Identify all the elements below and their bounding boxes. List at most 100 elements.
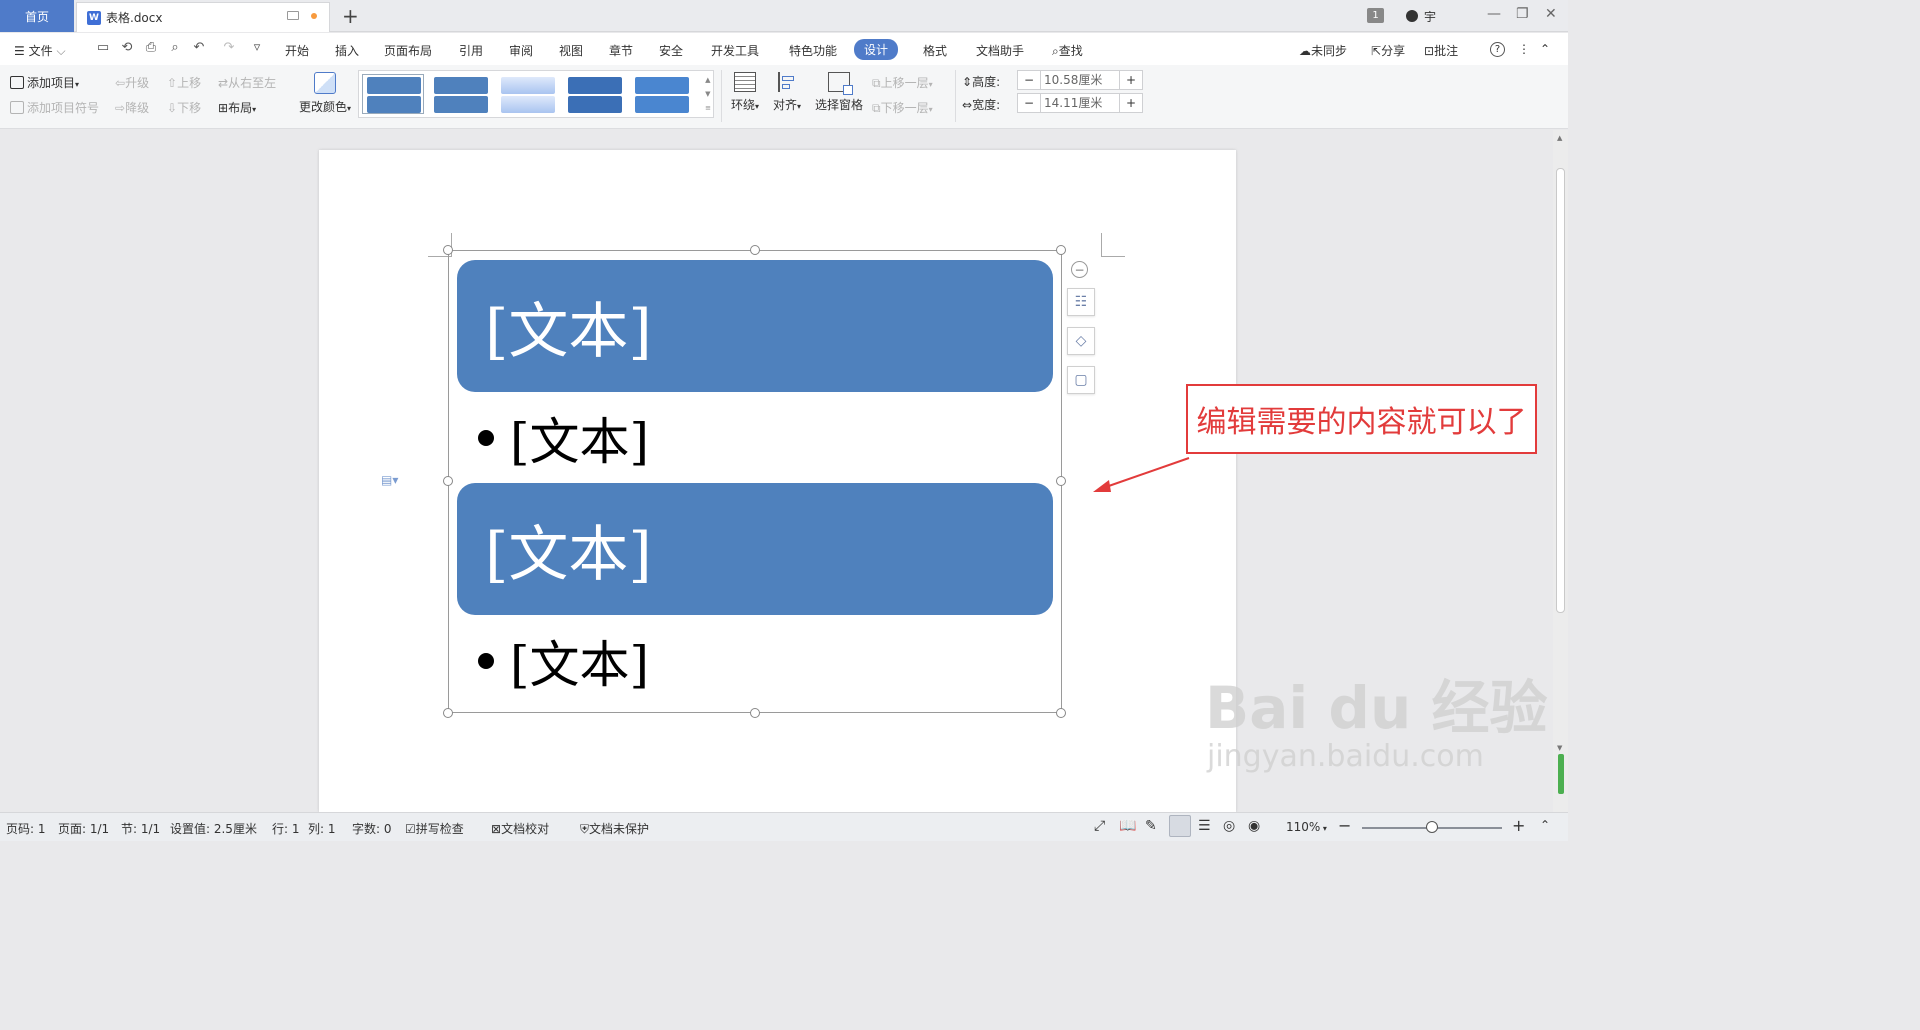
new-tab-button[interactable]: + (342, 4, 359, 28)
layout-options-icon[interactable]: ☷ (1067, 288, 1095, 316)
undo-icon[interactable]: ↶ (192, 41, 206, 55)
resize-handle[interactable] (443, 476, 453, 486)
add-item-button[interactable]: 添加项目▾ (10, 74, 79, 91)
menu-special-features[interactable]: 特色功能 (789, 42, 837, 59)
status-pages[interactable]: 页面: 1/1 (58, 820, 109, 837)
print-icon[interactable]: ⎙ (144, 41, 158, 55)
tab-document[interactable]: W 表格.docx (76, 2, 330, 32)
outline-icon[interactable]: ▢ (1067, 366, 1095, 394)
zoom-dropdown[interactable]: 110% ▾ (1286, 820, 1327, 834)
proofread-button[interactable]: ⊠文档校对 (491, 820, 549, 837)
monitor-icon[interactable] (287, 11, 299, 20)
comment-button[interactable]: ⊡批注 (1424, 42, 1458, 59)
redo-icon[interactable]: ↷ (222, 41, 236, 55)
menu-doc-assistant[interactable]: 文档助手 (976, 42, 1024, 59)
width-decrease-button[interactable]: − (1018, 96, 1040, 110)
expand-statusbar-icon[interactable]: ⌃ (1540, 818, 1550, 832)
demote-button[interactable]: ⇨降级 (115, 99, 149, 116)
status-setting[interactable]: 设置值: 2.5厘米 (170, 820, 257, 837)
scroll-up-icon[interactable]: ▲ (1557, 134, 1562, 142)
fullscreen-icon[interactable]: ⤢ (1094, 818, 1110, 834)
resize-handle[interactable] (443, 708, 453, 718)
minimize-button[interactable]: — (1487, 6, 1501, 22)
scroll-down-icon[interactable]: ▼ (1557, 744, 1562, 752)
style-option-4[interactable] (563, 74, 625, 114)
height-decrease-button[interactable]: − (1018, 73, 1040, 87)
resize-handle[interactable] (1056, 245, 1066, 255)
user-account[interactable]: 宇 (1406, 8, 1436, 25)
eye-protection-icon[interactable]: ◉ (1248, 818, 1264, 834)
gallery-scroll[interactable]: ▲ ▼ ≡ (705, 73, 711, 115)
menu-chapter[interactable]: 章节 (609, 42, 633, 59)
block-2-text[interactable]: [文本] (485, 506, 652, 593)
height-increase-button[interactable]: + (1120, 73, 1142, 87)
selection-pane-button[interactable]: 选择窗格 (814, 72, 864, 113)
block-1-text[interactable]: [文本] (485, 283, 652, 370)
file-menu[interactable]: ☰ 文件 ⌵ (14, 42, 66, 59)
style-option-1[interactable] (362, 74, 424, 114)
bring-forward-button[interactable]: ⧉上移一层▾ (872, 74, 933, 91)
tab-home[interactable]: 首页 (0, 0, 74, 32)
status-page-number[interactable]: 页码: 1 (6, 820, 46, 837)
gallery-expand-icon[interactable]: ≡ (705, 104, 711, 112)
menu-insert[interactable]: 插入 (335, 42, 359, 59)
align-button[interactable]: 对齐▾ (770, 72, 804, 113)
zoom-in-button[interactable]: + (1512, 816, 1525, 835)
send-backward-button[interactable]: ⧉下移一层▾ (872, 99, 933, 116)
menu-design[interactable]: 设计 (854, 39, 899, 60)
width-spinner[interactable]: − 14.11厘米 + (1017, 93, 1143, 113)
smartart-block-1[interactable]: [文本] (457, 260, 1053, 392)
layout-button[interactable]: ⊞布局▾ (218, 99, 256, 116)
reading-mode-icon[interactable]: 📖 (1119, 818, 1136, 834)
page-view-icon[interactable] (1169, 815, 1191, 837)
height-input[interactable]: 10.58厘米 (1040, 71, 1120, 89)
resize-handle[interactable] (750, 708, 760, 718)
smartart-bullet-1[interactable]: [文本] (478, 402, 649, 474)
zoom-slider-thumb[interactable] (1426, 821, 1438, 833)
height-spinner[interactable]: − 10.58厘米 + (1017, 70, 1143, 90)
spell-check-button[interactable]: ☑拼写检查 (405, 820, 464, 837)
move-down-button[interactable]: ⇩下移 (167, 99, 201, 116)
protection-status[interactable]: ⛨文档未保护 (580, 820, 649, 837)
menu-review[interactable]: 审阅 (509, 42, 533, 59)
customize-quick-access-icon[interactable]: ▿ (250, 41, 264, 55)
format-painter-icon[interactable]: ⟲ (120, 41, 134, 55)
window-count-badge[interactable]: 1 (1367, 8, 1384, 23)
vertical-scrollbar[interactable]: ▲ ▼ (1553, 130, 1568, 812)
style-option-2[interactable] (429, 74, 491, 114)
status-row[interactable]: 行: 1 (272, 820, 300, 837)
menu-format[interactable]: 格式 (923, 42, 947, 59)
status-word-count[interactable]: 字数: 0 (352, 820, 392, 837)
search-command[interactable]: ⌕查找 (1052, 42, 1083, 59)
gallery-down-icon[interactable]: ▼ (705, 90, 710, 98)
web-view-icon[interactable]: ◎ (1223, 818, 1239, 834)
scrollbar-thumb[interactable] (1556, 168, 1565, 613)
share-button[interactable]: ⇱分享 (1371, 42, 1405, 59)
status-column[interactable]: 列: 1 (308, 820, 336, 837)
menu-references[interactable]: 引用 (459, 42, 483, 59)
help-icon[interactable]: ? (1490, 42, 1505, 57)
width-input[interactable]: 14.11厘米 (1040, 94, 1120, 112)
paste-options-icon[interactable]: ▤▾ (381, 473, 398, 487)
resize-handle[interactable] (1056, 708, 1066, 718)
menu-page-layout[interactable]: 页面布局 (384, 42, 432, 59)
wrap-button[interactable]: 环绕▾ (728, 72, 762, 113)
zoom-out-button[interactable]: − (1338, 816, 1351, 835)
style-option-3[interactable] (496, 74, 558, 114)
maximize-button[interactable]: ❐ (1516, 6, 1529, 22)
status-section[interactable]: 节: 1/1 (121, 820, 160, 837)
move-up-button[interactable]: ⇧上移 (167, 74, 201, 91)
menu-start[interactable]: 开始 (285, 42, 309, 59)
style-option-5[interactable] (630, 74, 692, 114)
smartart-block-2[interactable]: [文本] (457, 483, 1053, 615)
sync-status[interactable]: ☁未同步 (1299, 42, 1347, 59)
promote-button[interactable]: ⇦升级 (115, 74, 149, 91)
add-bullet-button[interactable]: 添加项目符号 (10, 99, 99, 116)
menu-developer[interactable]: 开发工具 (711, 42, 759, 59)
resize-handle[interactable] (443, 245, 453, 255)
menu-security[interactable]: 安全 (659, 42, 683, 59)
outline-view-icon[interactable]: ☰ (1198, 818, 1214, 834)
bullet-2-text[interactable]: [文本] (510, 625, 649, 697)
more-options-icon[interactable]: ⋮ (1518, 42, 1530, 56)
resize-handle[interactable] (1056, 476, 1066, 486)
